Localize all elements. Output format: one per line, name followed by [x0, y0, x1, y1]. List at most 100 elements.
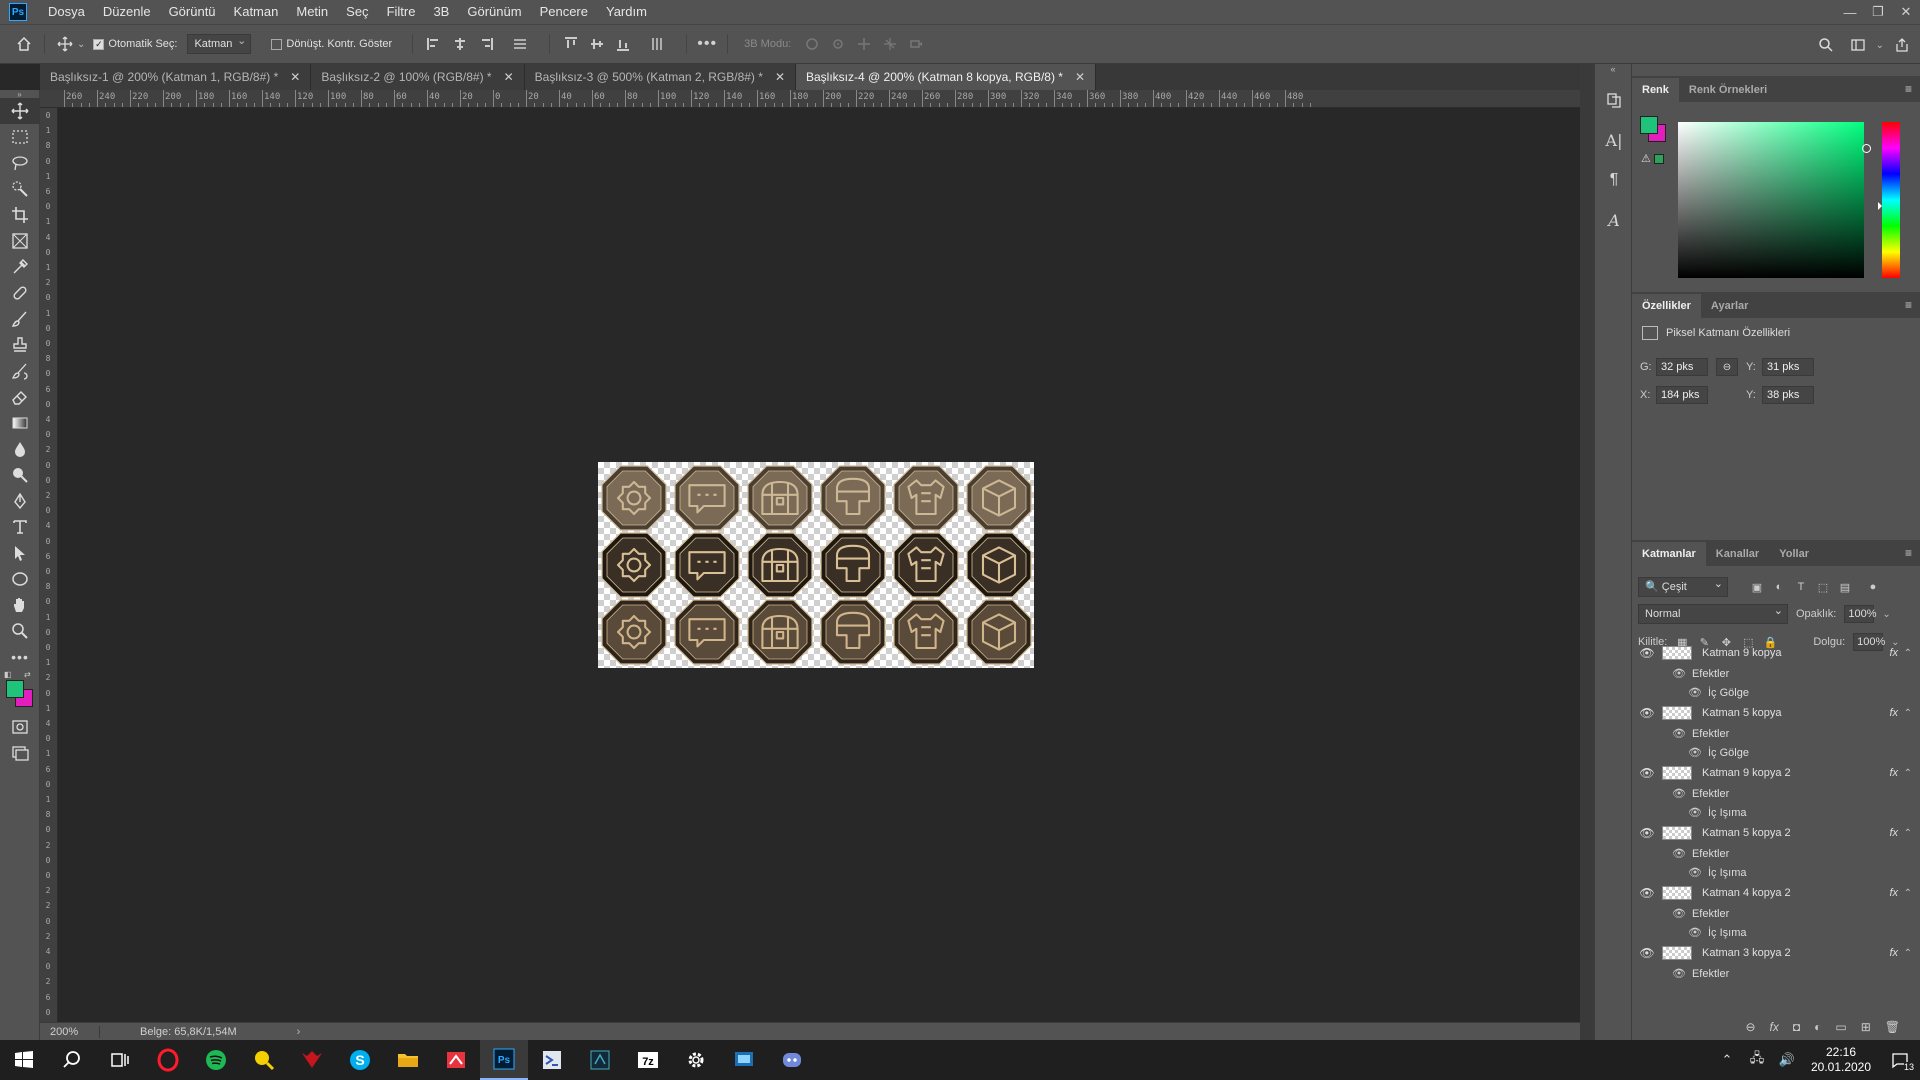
opacity-field[interactable]: 100% — [1844, 605, 1877, 623]
layer-effects-row[interactable]: 👁 Efektler — [1632, 784, 1920, 803]
delete-layer-icon[interactable]: 🗑 — [1885, 1020, 1900, 1034]
add-mask-icon[interactable]: ◘ — [1793, 1020, 1800, 1034]
eye-icon[interactable]: 👁 — [1672, 667, 1686, 680]
spotify-icon[interactable] — [192, 1040, 240, 1080]
tab-document-1[interactable]: Başlıksız-1 @ 200% (Katman 1, RGB/8#) * ✕ — [40, 64, 312, 90]
align-top-icon[interactable] — [562, 35, 580, 53]
menu-item[interactable]: Düzenle — [94, 0, 160, 24]
new-layer-icon[interactable]: ⊞ — [1861, 1020, 1871, 1034]
settings-icon[interactable] — [672, 1040, 720, 1080]
history-icon[interactable] — [1595, 80, 1633, 120]
zoom-tool[interactable] — [0, 618, 40, 644]
foreground-color-swatch[interactable] — [6, 680, 24, 698]
edit-toolbar-icon[interactable]: ••• — [0, 644, 40, 670]
layer-row[interactable]: 👁 Katman 4 kopya 2 fx ⌃ — [1632, 882, 1920, 904]
canvas-area[interactable] — [58, 108, 1580, 1022]
layer-row[interactable]: 👁 Katman 5 kopya fx ⌃ — [1632, 702, 1920, 724]
task-view-icon[interactable] — [96, 1040, 144, 1080]
layer-effects-row[interactable]: 👁 Efektler — [1632, 724, 1920, 743]
eye-icon[interactable]: 👁 — [1688, 806, 1702, 819]
layer-effects-row[interactable]: 👁 Efektler — [1632, 964, 1920, 983]
brush-tool[interactable] — [0, 306, 40, 332]
tab-color[interactable]: Renk — [1632, 78, 1679, 102]
layer-effect-row[interactable]: 👁 İç Işıma — [1632, 863, 1920, 882]
layer-filter-dropdown[interactable]: 🔍 Çeşit — [1638, 575, 1728, 597]
search-icon[interactable] — [48, 1040, 96, 1080]
layer-fx-icon[interactable]: fx — [1889, 887, 1898, 899]
menu-item[interactable]: Filtre — [378, 0, 425, 24]
3d-roll-icon[interactable] — [829, 35, 847, 53]
layer-fx-icon[interactable]: fx — [1889, 827, 1898, 839]
type-tool[interactable] — [0, 514, 40, 540]
3d-scale-icon[interactable] — [907, 35, 925, 53]
volume-icon[interactable]: 🔊 — [1772, 1040, 1802, 1080]
align-center-v-icon[interactable] — [588, 35, 606, 53]
eye-icon[interactable]: 👁 — [1688, 926, 1702, 939]
close-icon[interactable]: ✕ — [775, 70, 785, 84]
network-icon[interactable]: 🖧 — [1742, 1040, 1772, 1080]
layer-row[interactable]: 👁 Katman 9 kopya fx ⌃ — [1632, 642, 1920, 664]
tab-document-2[interactable]: Başlıksız-2 @ 100% (RGB/8#) * ✕ — [311, 64, 525, 90]
healing-brush-tool[interactable] — [0, 280, 40, 306]
share-icon[interactable] — [1890, 33, 1914, 57]
ellipse-tool[interactable] — [0, 566, 40, 592]
layer-fx-icon[interactable]: fx — [1889, 767, 1898, 779]
zoom-level[interactable]: 200% — [40, 1025, 100, 1038]
close-icon[interactable]: ✕ — [504, 70, 514, 84]
link-icon[interactable]: ⊖ — [1716, 358, 1738, 376]
close-icon[interactable]: ✕ — [1075, 70, 1085, 84]
clone-stamp-tool[interactable] — [0, 332, 40, 358]
height-field[interactable]: 31 pks — [1762, 358, 1814, 376]
workspace-dropdown-icon[interactable]: ⌄ — [1876, 40, 1884, 51]
layer-effects-row[interactable]: 👁 Efektler — [1632, 664, 1920, 683]
character-icon[interactable]: A| — [1595, 120, 1633, 160]
add-style-icon[interactable]: fx — [1770, 1020, 1779, 1034]
y-field[interactable]: 38 pks — [1762, 386, 1814, 404]
panel-menu-icon[interactable]: ≡ — [1905, 546, 1912, 560]
quick-selection-tool[interactable] — [0, 176, 40, 202]
eye-icon[interactable]: 👁 — [1672, 967, 1686, 980]
eye-icon[interactable]: 👁 — [1688, 746, 1702, 759]
layer-row[interactable]: 👁 Katman 3 kopya 2 fx ⌃ — [1632, 942, 1920, 964]
new-adjustment-icon[interactable]: ◐ — [1814, 1020, 1821, 1034]
layer-effects-row[interactable]: 👁 Efektler — [1632, 844, 1920, 863]
pen-tool[interactable] — [0, 488, 40, 514]
gradient-tool[interactable] — [0, 410, 40, 436]
collapse-icon[interactable]: « — [1595, 64, 1631, 80]
close-icon[interactable]: ✕ — [290, 70, 300, 84]
chevron-up-icon[interactable]: ⌃ — [1904, 708, 1912, 719]
game-client-icon[interactable] — [288, 1040, 336, 1080]
menu-item[interactable]: Dosya — [39, 0, 94, 24]
search-app-icon[interactable] — [240, 1040, 288, 1080]
layer-fx-icon[interactable]: fx — [1889, 647, 1898, 659]
tab-paths[interactable]: Yollar — [1769, 542, 1819, 566]
photoshop-taskbar-icon[interactable]: Ps — [480, 1040, 528, 1080]
menu-item[interactable]: Metin — [287, 0, 337, 24]
gamut-warning-icon[interactable]: ⚠ — [1641, 152, 1651, 165]
foreground-color-swatch[interactable] — [1640, 116, 1658, 134]
quick-mask-icon[interactable] — [0, 714, 40, 740]
x-field[interactable]: 184 pks — [1656, 386, 1708, 404]
tab-layers[interactable]: Katmanlar — [1632, 542, 1706, 566]
eye-icon[interactable]: 👁 — [1632, 886, 1662, 900]
eye-icon[interactable]: 👁 — [1688, 686, 1702, 699]
filter-pixel-icon[interactable]: ▣ — [1750, 580, 1764, 594]
crop-tool[interactable] — [0, 202, 40, 228]
align-right-icon[interactable] — [477, 35, 495, 53]
align-bottom-icon[interactable] — [614, 35, 632, 53]
menu-item[interactable]: 3B — [424, 0, 458, 24]
tab-document-3[interactable]: Başlıksız-3 @ 500% (Katman 2, RGB/8#) * ✕ — [524, 64, 796, 90]
filter-shape-icon[interactable]: ⬚ — [1816, 580, 1830, 594]
auto-select-checkbox[interactable]: ✓ Otomatik Seç: — [93, 38, 177, 50]
opacity-dropdown-icon[interactable]: ⌄ — [1882, 609, 1890, 620]
distribute-v-icon[interactable] — [648, 35, 666, 53]
hue-slider-marker[interactable] — [1878, 202, 1882, 210]
workspace-icon[interactable] — [1846, 33, 1870, 57]
menu-item[interactable]: Seç — [337, 0, 377, 24]
panel-menu-icon[interactable]: ≡ — [1905, 82, 1912, 96]
move-tool[interactable] — [0, 98, 40, 124]
move-tool-preset-icon[interactable] — [53, 32, 77, 56]
menu-item[interactable]: Yardım — [597, 0, 656, 24]
eye-icon[interactable]: 👁 — [1672, 787, 1686, 800]
layer-effect-row[interactable]: 👁 İç Işıma — [1632, 923, 1920, 942]
